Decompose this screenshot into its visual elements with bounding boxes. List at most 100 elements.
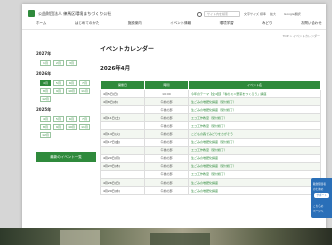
month-link[interactable]: 1月 [40,60,51,66]
event-name-link[interactable]: 生ごみの堆肥化講座（受付終了） [188,161,321,171]
utility-large[interactable]: 拡大 [270,12,276,16]
event-date-cell [100,105,145,115]
logo-mark-icon [28,10,35,17]
event-date-cell: 4月8日(水) [100,97,145,107]
event-time-cell: 午前の部 [144,137,189,147]
month-link[interactable]: 11月 [79,124,90,130]
event-date-cell: 4月14日(火) [100,129,145,139]
event-time-cell: 10:00 [144,88,189,99]
page: 公益財団法人 練馬区環境まちづくり公社 サイト内を検索 文字サイズ 標準 拡大 … [0,0,332,245]
month-link[interactable]: 11月 [79,88,90,94]
month-link[interactable]: 3月 [66,60,77,66]
event-time-cell: 午前の部 [144,186,189,196]
nav-greenery[interactable]: みどり [262,21,273,26]
month-grid: 4月 5月 6月 7月 8月 9月 10月 11月 12月 [40,80,96,102]
event-name-link[interactable]: エコ工作教室（受付終了） [188,113,321,123]
event-table-body: 4月5日(日) 10:00 今年のテーマ【全4回】「春のミニ野菜をつくろう」講座 4月… [100,88,321,196]
event-time-cell: 午後の部 [144,145,189,155]
event-time-cell: 午前の部 [144,129,189,139]
event-name-link[interactable]: 生ごみの堆肥化講座 [188,186,321,196]
month-link[interactable]: 4月 [40,80,51,86]
month-link[interactable]: 12月 [40,96,51,102]
nav-contact[interactable]: お問い合わせ [301,21,322,26]
month-link[interactable]: 7月 [79,80,90,86]
month-grid: 4月 5月 6月 7月 8月 9月 10月 11月 12月 [40,116,96,138]
event-name-link[interactable]: エコ工作教室（受付終了） [188,145,321,155]
table-row: 4月5日(日) 10:00 今年のテーマ【全4回】「春のミニ野菜をつくろう」講座 [100,88,321,99]
event-date-cell [100,121,145,131]
month-link[interactable]: 10月 [66,88,77,94]
utility-font-size: 文字サイズ [244,12,259,16]
month-link[interactable]: 6月 [66,116,77,122]
search-input[interactable]: サイト内を検索 [204,11,240,17]
event-date-cell: 4月11日(土) [100,113,145,123]
month-link[interactable]: 8月 [40,88,51,94]
utility-standard[interactable]: 標準 [260,12,266,16]
event-name-link[interactable]: 生ごみの堆肥化講座 [188,178,321,188]
event-name-link[interactable]: 生ごみの堆肥化講座（受付終了） [188,97,321,107]
event-date-cell: 4月29日(水) [100,186,145,196]
browser-window: 公益財団法人 練馬区環境まちづくり公社 サイト内を検索 文字サイズ 標準 拡大 … [22,4,326,234]
month-link[interactable]: 10月 [66,124,77,130]
event-date-cell [100,169,145,180]
search-icon[interactable] [197,12,202,17]
event-name-link[interactable]: エコ工作教室（受付終了） [188,169,321,180]
table-row: 4月14日(火) 午前の部 こどもの森でみどりをさがそう [100,129,321,139]
month-link[interactable]: 9月 [53,124,64,130]
table-row: 4月20日(月) 午前の部 生ごみの堆肥化講座 [100,153,321,163]
month-link[interactable]: 4月 [40,116,51,122]
table-row: 午後の部 エコ工作教室（受付終了） [100,145,321,155]
month-grid: 1月 2月 3月 [40,60,96,66]
nav-first-time[interactable]: はじめてのかた [75,21,100,26]
month-link[interactable]: 12月 [40,132,51,138]
table-row: 4月8日(水) 午前の部 生ごみの堆肥化講座（受付終了） [100,97,321,107]
col-header-event: イベント名 [188,80,321,90]
event-table: 開催日 時間 イベント名 4月5日(日) 10:00 今年のテーマ【全4回】「春のミ… [100,80,321,196]
background-photo [0,228,332,245]
month-link[interactable]: 6月 [66,80,77,86]
event-date-cell: 4月20日(月) [100,153,145,163]
col-header-time: 時間 [144,80,189,90]
site-name: 公益財団法人 練馬区環境まちづくり公社 [38,10,112,16]
month-link[interactable]: 5月 [53,116,64,122]
nav-home[interactable]: ホーム [36,21,46,26]
photo-highlight [60,230,100,245]
month-link[interactable]: 2月 [53,60,64,66]
event-name-link[interactable]: 生ごみの堆肥化講座（受付終了） [188,137,321,147]
month-link[interactable]: 5月 [53,80,64,86]
table-row: 午後の部 生ごみの堆肥化講座（受付終了） [100,105,321,115]
widget-line1: 聴覚障害者 [313,183,326,186]
event-time-cell: 午前の部 [144,153,189,163]
photo-shadow [150,233,210,245]
table-row: 4月17日(金) 午前の部 生ごみの堆肥化講座（受付終了） [100,137,321,147]
google-translate-link[interactable]: Google翻訳 [284,12,301,16]
event-time-cell: 午前の部 [144,113,189,123]
month-link[interactable]: 9月 [53,88,64,94]
event-name-link[interactable]: 生ごみの堆肥化講座 [188,153,321,163]
nav-facilities[interactable]: 施設案内 [128,21,142,26]
table-row: 4月11日(土) 午前の部 エコ工作教室（受付終了） [100,113,321,123]
accessibility-widget[interactable]: 聴覚障害者 のための サポート こちらの ページへ [311,178,332,218]
event-name-link[interactable]: こどもの森でみどりをさがそう [188,129,321,139]
table-row: 午後の部 エコ工作教室（受付終了） [100,121,321,131]
event-date-cell: 4月5日(日) [100,88,145,99]
year-heading: 2025年 [36,107,52,112]
col-header-date: 開催日 [100,80,145,90]
table-row: 4月29日(水) 午前の部 生ごみの堆肥化講座 [100,186,321,196]
month-link[interactable]: 8月 [40,124,51,130]
nav-events[interactable]: イベント情報 [170,21,191,26]
breadcrumb: TOP > イベントカレンダー [282,34,320,38]
table-row: 4月26日(日) 午前の部 生ごみの堆肥化講座 [100,178,321,188]
nav-env-learning[interactable]: 環境学習 [220,21,234,26]
event-date-cell [100,145,145,155]
site-logo[interactable]: 公益財団法人 練馬区環境まちづくり公社 [28,10,111,17]
widget-line3: こちらの [313,205,324,208]
month-link[interactable]: 7月 [79,116,90,122]
widget-support-button[interactable]: サポート [314,193,329,198]
event-name-link[interactable]: 今年のテーマ【全4回】「春のミニ野菜をつくろう」講座 [188,88,321,99]
widget-line2: のための [313,188,324,191]
year-heading: 2027年 [36,51,52,56]
event-name-link[interactable]: 生ごみの堆肥化講座（受付終了） [188,105,321,115]
latest-events-button[interactable]: 最新のイベント一覧 [36,152,96,162]
event-name-link[interactable]: エコ工作教室（受付終了） [188,121,321,131]
